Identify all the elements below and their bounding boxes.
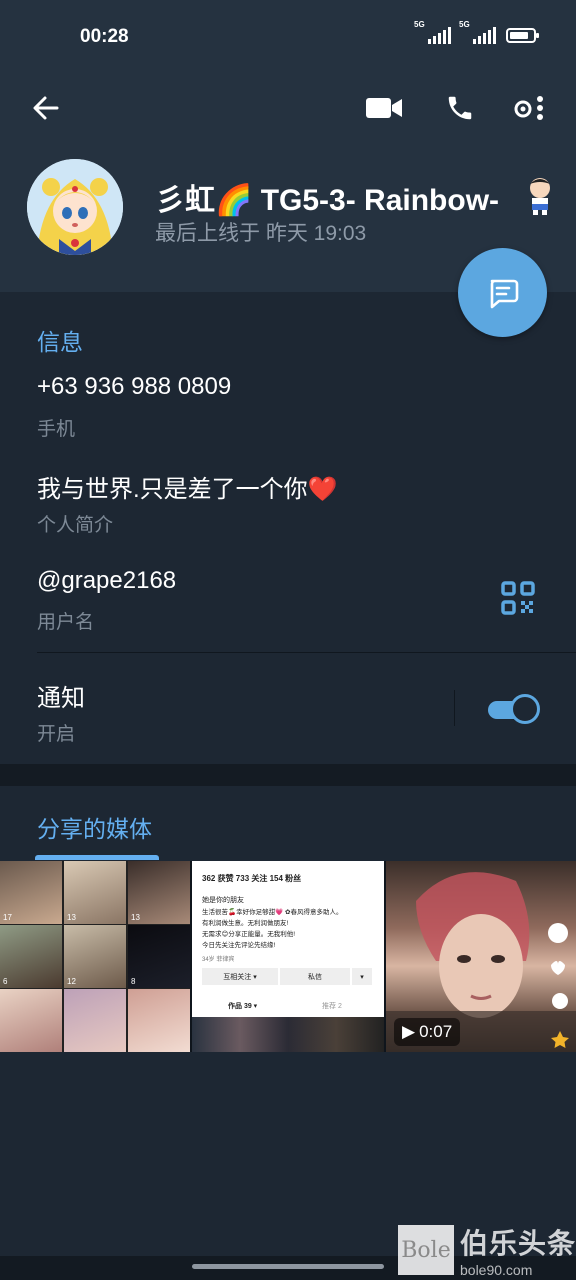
grid-photo: 12 — [64, 925, 126, 988]
view-count: 6 — [3, 977, 8, 986]
divider — [37, 652, 576, 653]
last-seen-status: 最后上线于 昨天 19:03 — [155, 222, 367, 245]
view-count: 13 — [67, 913, 76, 922]
voice-call-button[interactable] — [438, 86, 482, 130]
info-section-title: 信息 — [37, 329, 83, 355]
status-icons: 5G 5G — [414, 20, 539, 44]
recommend-tab: 推荐 2 — [322, 1003, 342, 1010]
video-duration: 0:07 — [419, 1022, 453, 1041]
message-fab-button[interactable] — [458, 248, 547, 337]
media-thumbnail-2[interactable]: 362 获赞 733 关注 154 粉丝 她是你的朋友 生活很苦🍒幸好你足够甜💗… — [192, 861, 384, 1052]
video-preview-row — [192, 1017, 384, 1052]
video-duration-badge: ▶ 0:07 — [394, 1018, 461, 1046]
vertical-divider — [454, 690, 455, 726]
works-tab: 作品 39 ▾ — [228, 1003, 258, 1010]
tab-indicator — [35, 855, 159, 860]
video-camera-icon — [366, 98, 402, 118]
signal-icon-2: 5G — [459, 20, 496, 44]
phone-icon — [448, 96, 472, 120]
more-icon — [514, 96, 543, 120]
grid-photo: 6 — [0, 925, 62, 988]
section-separator — [0, 764, 576, 786]
grid-photo — [128, 989, 190, 1052]
watermark-name: 伯乐头条 — [460, 1228, 576, 1259]
media-thumbnail-1[interactable]: 17 13 13 6 12 8 — [0, 861, 190, 1052]
grid-photo: 8 — [128, 925, 190, 988]
phone-label: 手机 — [37, 419, 76, 440]
phone-number[interactable]: +63 936 988 0809 — [37, 373, 231, 401]
back-arrow-icon — [33, 96, 59, 120]
profile-bio-line: 无需求😊分享正能量。无我利他! — [202, 931, 296, 938]
dropdown-icon: ▾ — [352, 968, 372, 985]
signal-label: 5G — [414, 20, 425, 29]
avatar[interactable] — [27, 159, 123, 255]
profile-nickname: 她是你的朋友 — [202, 897, 244, 904]
username-label: 用户名 — [37, 612, 95, 633]
username[interactable]: @grape2168 — [37, 567, 176, 595]
profile-bio-line: 今日先关注先评论先结缘! — [202, 942, 276, 949]
media-grid: 17 13 13 6 12 8 362 获赞 733 关注 154 粉丝 她是你… — [0, 861, 576, 1052]
notifications-title: 通知 — [37, 685, 85, 712]
follow-status-button: 互相关注 ▾ — [202, 968, 278, 985]
status-time: 00:28 — [80, 26, 129, 47]
view-count: 8 — [131, 977, 136, 986]
grid-photo — [64, 989, 126, 1052]
video-call-button[interactable] — [362, 86, 406, 130]
shared-media-tab[interactable]: 分享的媒体 — [37, 810, 152, 844]
bio-label: 个人简介 — [37, 515, 114, 536]
play-icon: ▶ — [402, 1022, 416, 1041]
qr-code-icon — [501, 581, 535, 615]
profile-bio-line: 生活很苦🍒幸好你足够甜💗 ✿春风得意多助人。 — [202, 909, 343, 916]
watermark-url: bole90.com — [460, 1262, 533, 1278]
view-count: 17 — [3, 913, 12, 922]
sticker-icon — [522, 176, 558, 216]
view-count: 13 — [131, 913, 140, 922]
more-options-button[interactable] — [508, 86, 552, 130]
profile-stats: 362 获赞 733 关注 154 粉丝 — [202, 874, 302, 883]
chat-bubble-icon — [490, 279, 518, 308]
back-button[interactable] — [24, 86, 68, 130]
qr-code-button[interactable] — [500, 580, 536, 616]
signal-label-2: 5G — [459, 20, 470, 29]
watermark: Bole 伯乐头条 bole90.com — [398, 1222, 576, 1278]
bio-text[interactable]: 我与世界.只是差了一个你❤️ — [37, 469, 338, 504]
grid-photo: 13 — [64, 861, 126, 924]
avatar-illustration-icon — [27, 159, 123, 255]
profile-tags: 34岁 菲律宾 — [202, 957, 235, 963]
notifications-toggle[interactable] — [488, 694, 542, 724]
view-count: 12 — [67, 977, 76, 986]
home-indicator[interactable] — [192, 1264, 384, 1269]
signal-icon: 5G — [414, 20, 451, 44]
grid-photo — [0, 989, 62, 1052]
profile-bio-line: 有利润做生意。无利润做朋友! — [202, 920, 289, 927]
grid-photo: 13 — [128, 861, 190, 924]
grid-photo: 17 — [0, 861, 62, 924]
battery-icon — [506, 27, 539, 43]
message-button: 私信 — [280, 968, 350, 985]
notifications-state: 开启 — [37, 724, 76, 745]
contact-name: 彡虹🌈 TG5-3- Rainbow- — [155, 184, 500, 217]
watermark-logo: Bole — [398, 1225, 454, 1275]
